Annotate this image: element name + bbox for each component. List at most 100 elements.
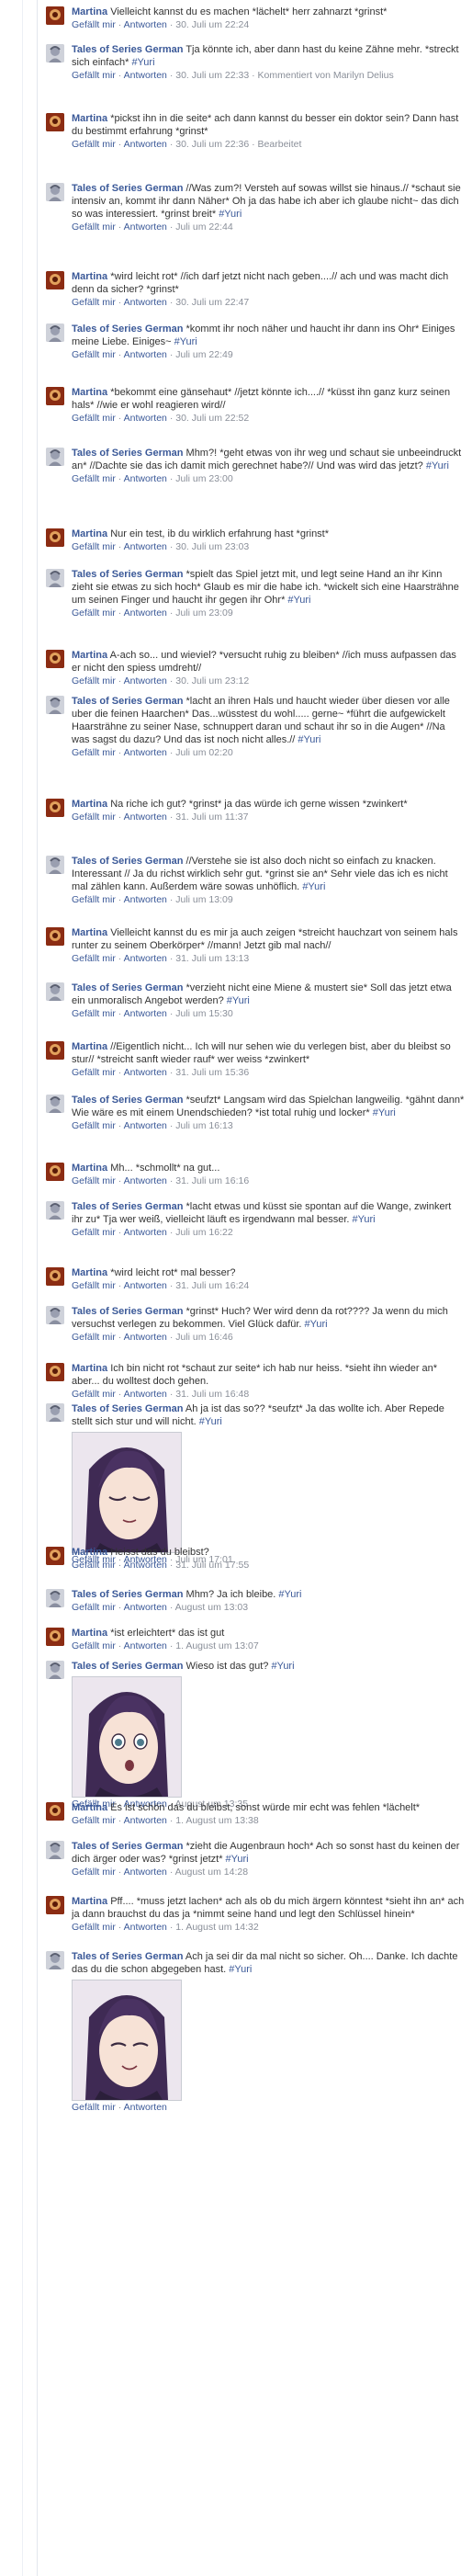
comment-author-link[interactable]: Tales of Series German <box>72 696 183 707</box>
avatar-martina[interactable] <box>46 650 64 668</box>
comment-timestamp[interactable]: 1. August um 13:38 <box>175 1815 258 1826</box>
comment-timestamp[interactable]: Juli um 16:46 <box>175 1332 232 1343</box>
avatar-martina[interactable] <box>46 1802 64 1821</box>
comment-author-link[interactable]: Tales of Series German <box>72 856 183 867</box>
comment-author-link[interactable]: Tales of Series German <box>72 569 183 580</box>
like-link[interactable]: Gefällt mir <box>72 70 116 81</box>
like-link[interactable]: Gefällt mir <box>72 1280 116 1291</box>
comment-timestamp[interactable]: 31. Juli um 16:16 <box>175 1175 249 1186</box>
avatar-martina[interactable] <box>46 1267 64 1286</box>
comment-author-link[interactable]: Tales of Series German <box>72 982 183 993</box>
comment-author-link[interactable]: Martina <box>72 6 107 17</box>
avatar-tales-of-series[interactable] <box>46 696 64 714</box>
hashtag-link[interactable]: #Yuri <box>287 595 310 606</box>
avatar-tales-of-series[interactable] <box>46 1403 64 1422</box>
reply-link[interactable]: Antworten <box>124 1640 167 1651</box>
comment-timestamp[interactable]: 30. Juli um 23:03 <box>175 541 249 552</box>
hashtag-link[interactable]: #Yuri <box>298 734 320 745</box>
reply-link[interactable]: Antworten <box>124 747 167 758</box>
reply-link[interactable]: Antworten <box>124 1332 167 1343</box>
like-link[interactable]: Gefällt mir <box>72 1922 116 1933</box>
comment-author-link[interactable]: Tales of Series German <box>72 1201 183 1212</box>
comment-author-link[interactable]: Martina <box>72 1163 107 1174</box>
avatar-martina[interactable] <box>46 1628 64 1646</box>
hashtag-link[interactable]: #Yuri <box>226 1854 249 1865</box>
like-link[interactable]: Gefällt mir <box>72 1560 116 1571</box>
avatar-tales-of-series[interactable] <box>46 448 64 466</box>
comment-author-link[interactable]: Martina <box>72 113 107 124</box>
like-link[interactable]: Gefällt mir <box>72 1332 116 1343</box>
reply-link[interactable]: Antworten <box>124 953 167 964</box>
comment-timestamp[interactable]: 31. Juli um 16:24 <box>175 1280 249 1291</box>
comment-timestamp[interactable]: Juli um 13:09 <box>175 894 232 905</box>
comment-author-link[interactable]: Tales of Series German <box>72 1841 183 1852</box>
like-link[interactable]: Gefällt mir <box>72 2102 116 2113</box>
hashtag-link[interactable]: #Yuri <box>219 209 242 220</box>
avatar-martina[interactable] <box>46 799 64 817</box>
like-link[interactable]: Gefällt mir <box>72 1389 116 1400</box>
comment-author-link[interactable]: Martina <box>72 528 107 539</box>
hashtag-link[interactable]: #Yuri <box>302 881 325 892</box>
comment-timestamp[interactable]: Juli um 22:44 <box>175 221 232 233</box>
comment-author-link[interactable]: Martina <box>72 1628 107 1639</box>
comment-timestamp[interactable]: 30. Juli um 23:12 <box>175 675 249 687</box>
comment-timestamp[interactable]: Juli um 02:20 <box>175 747 232 758</box>
reply-link[interactable]: Antworten <box>124 541 167 552</box>
like-link[interactable]: Gefällt mir <box>72 607 116 618</box>
comment-author-link[interactable]: Martina <box>72 927 107 938</box>
comment-timestamp[interactable]: 1. August um 13:07 <box>175 1640 258 1651</box>
hashtag-link[interactable]: #Yuri <box>278 1589 301 1600</box>
avatar-martina[interactable] <box>46 1163 64 1181</box>
comment-author-link[interactable]: Martina <box>72 799 107 810</box>
comment-author-link[interactable]: Martina <box>72 1547 107 1558</box>
comment-timestamp[interactable]: 31. Juli um 16:48 <box>175 1389 249 1400</box>
hashtag-link[interactable]: #Yuri <box>271 1661 294 1672</box>
avatar-martina[interactable] <box>46 6 64 25</box>
comment-author-link[interactable]: Martina <box>72 1802 107 1813</box>
comment-author-link[interactable]: Martina <box>72 387 107 398</box>
reply-link[interactable]: Antworten <box>124 1008 167 1019</box>
comment-author-link[interactable]: Martina <box>72 650 107 661</box>
comment-timestamp[interactable]: Juli um 23:09 <box>175 607 232 618</box>
comment-timestamp[interactable]: 31. Juli um 11:37 <box>175 811 248 823</box>
comment-timestamp[interactable]: 30. Juli um 22:47 <box>175 297 249 308</box>
hashtag-link[interactable]: #Yuri <box>199 1416 222 1427</box>
reply-link[interactable]: Antworten <box>124 675 167 687</box>
reply-link[interactable]: Antworten <box>124 1120 167 1131</box>
like-link[interactable]: Gefällt mir <box>72 811 116 823</box>
like-link[interactable]: Gefällt mir <box>72 1227 116 1238</box>
like-link[interactable]: Gefällt mir <box>72 894 116 905</box>
reply-link[interactable]: Antworten <box>124 221 167 233</box>
like-link[interactable]: Gefällt mir <box>72 221 116 233</box>
comment-author-link[interactable]: Tales of Series German <box>72 44 183 55</box>
reply-link[interactable]: Antworten <box>124 473 167 484</box>
reply-link[interactable]: Antworten <box>124 1867 167 1878</box>
avatar-tales-of-series[interactable] <box>46 183 64 201</box>
reply-link[interactable]: Antworten <box>124 19 167 30</box>
avatar-martina[interactable] <box>46 1547 64 1565</box>
comment-author-link[interactable]: Tales of Series German <box>72 1661 183 1672</box>
comment-author-link[interactable]: Tales of Series German <box>72 323 183 335</box>
comment-author-link[interactable]: Martina <box>72 1363 107 1374</box>
comment-author-link[interactable]: Martina <box>72 1041 107 1052</box>
comment-timestamp[interactable]: 31. Juli um 17:55 <box>175 1560 249 1571</box>
avatar-tales-of-series[interactable] <box>46 1841 64 1859</box>
reply-link[interactable]: Antworten <box>124 1067 167 1078</box>
comment-author-link[interactable]: Tales of Series German <box>72 1403 183 1414</box>
like-link[interactable]: Gefällt mir <box>72 1867 116 1878</box>
reply-link[interactable]: Antworten <box>124 349 167 360</box>
avatar-tales-of-series[interactable] <box>46 569 64 587</box>
comment-timestamp[interactable]: Juli um 15:30 <box>175 1008 232 1019</box>
avatar-martina[interactable] <box>46 927 64 946</box>
like-link[interactable]: Gefällt mir <box>72 1640 116 1651</box>
like-link[interactable]: Gefällt mir <box>72 541 116 552</box>
reply-link[interactable]: Antworten <box>124 1280 167 1291</box>
comment-timestamp[interactable]: 1. August um 14:32 <box>175 1922 258 1933</box>
avatar-tales-of-series[interactable] <box>46 856 64 874</box>
avatar-martina[interactable] <box>46 1896 64 1914</box>
comment-timestamp[interactable]: Juli um 23:00 <box>175 473 232 484</box>
comment-timestamp[interactable]: 30. Juli um 22:24 <box>175 19 249 30</box>
avatar-tales-of-series[interactable] <box>46 1306 64 1324</box>
avatar-tales-of-series[interactable] <box>46 1095 64 1113</box>
reply-link[interactable]: Antworten <box>124 139 167 150</box>
